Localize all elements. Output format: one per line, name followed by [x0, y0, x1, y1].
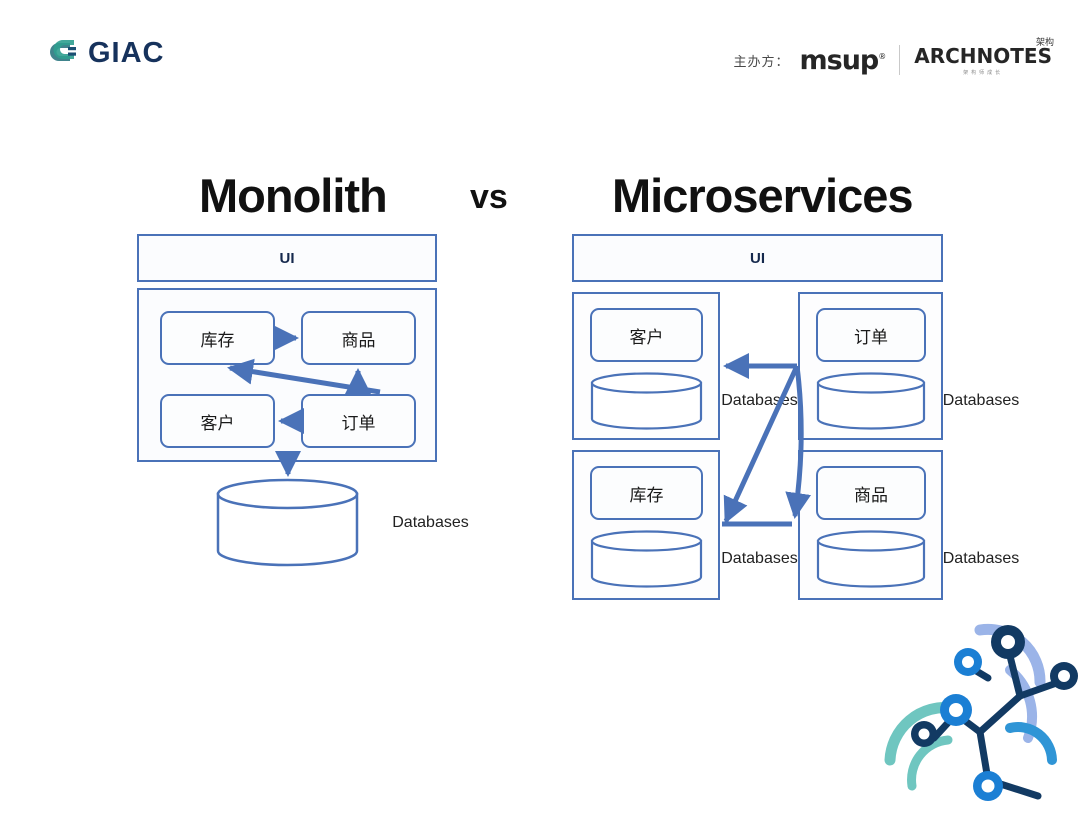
microservices-ui-bar: UI	[572, 234, 943, 282]
title-microservices: Microservices	[612, 169, 914, 222]
archnotes-cn-label: 架构	[1035, 38, 1054, 48]
giac-wordmark: GIAC	[88, 36, 165, 69]
giac-mark-icon	[48, 36, 82, 70]
monolith-module-kucun: 库存	[160, 311, 275, 365]
monolith-database: Databases	[216, 478, 469, 567]
monolith-module-kehu: 客户	[160, 394, 275, 448]
archnotes-wordmark: ARCHNOTES	[914, 44, 1052, 68]
archnotes-tagline: 架构师成长	[963, 70, 1004, 76]
service-dingdan-database: Databases	[816, 372, 1019, 430]
service-label: 库存	[629, 485, 664, 506]
service-kucun-label-box: 库存	[590, 466, 703, 520]
microservices-ui-label: UI	[750, 249, 765, 267]
database-label: Databases	[942, 550, 1020, 567]
sponsor-divider	[899, 45, 901, 75]
sponsor-label: 主办方：	[733, 54, 790, 70]
service-shangpin-label-box: 商品	[816, 466, 926, 520]
monolith-ui-label: UI	[279, 249, 295, 267]
title-vs: vs	[470, 178, 508, 216]
service-kehu-database: Databases	[590, 372, 798, 430]
service-kehu-label-box: 客户	[590, 308, 703, 362]
monolith-ui-bar: UI	[137, 234, 437, 282]
service-label: 客户	[629, 327, 664, 348]
msup-logo: msup®	[799, 44, 886, 76]
monolith-module-shangpin: 商品	[301, 311, 416, 365]
decorative-network-graphic	[860, 610, 1080, 810]
slide-canvas: GIAC 主办方： msup® 架构 ARCHNOTES 架构师成长 Monol…	[0, 0, 1080, 810]
monolith-module-dingdan: 订单	[301, 394, 416, 448]
title-monolith: Monolith	[199, 169, 388, 222]
database-label: Databases	[392, 514, 469, 531]
service-label: 商品	[854, 485, 888, 506]
title-row: Monolith vs Microservices	[0, 168, 1080, 228]
archnotes-logo: 架构 ARCHNOTES 架构师成长	[914, 38, 1054, 76]
module-label: 客户	[200, 413, 235, 434]
arrow-svc-dingdan-to-kucun	[723, 364, 800, 524]
service-kucun-database: Databases	[590, 530, 798, 588]
giac-logo: GIAC	[48, 36, 165, 70]
database-label: Databases	[942, 392, 1020, 409]
module-label: 库存	[200, 330, 235, 351]
service-label: 订单	[854, 327, 888, 348]
module-label: 订单	[341, 413, 376, 434]
service-dingdan-label-box: 订单	[816, 308, 926, 362]
module-label: 商品	[341, 330, 376, 351]
sponsor-block: 主办方： msup® 架构 ARCHNOTES 架构师成长	[733, 38, 1054, 76]
service-shangpin-database: Databases	[816, 530, 1019, 588]
